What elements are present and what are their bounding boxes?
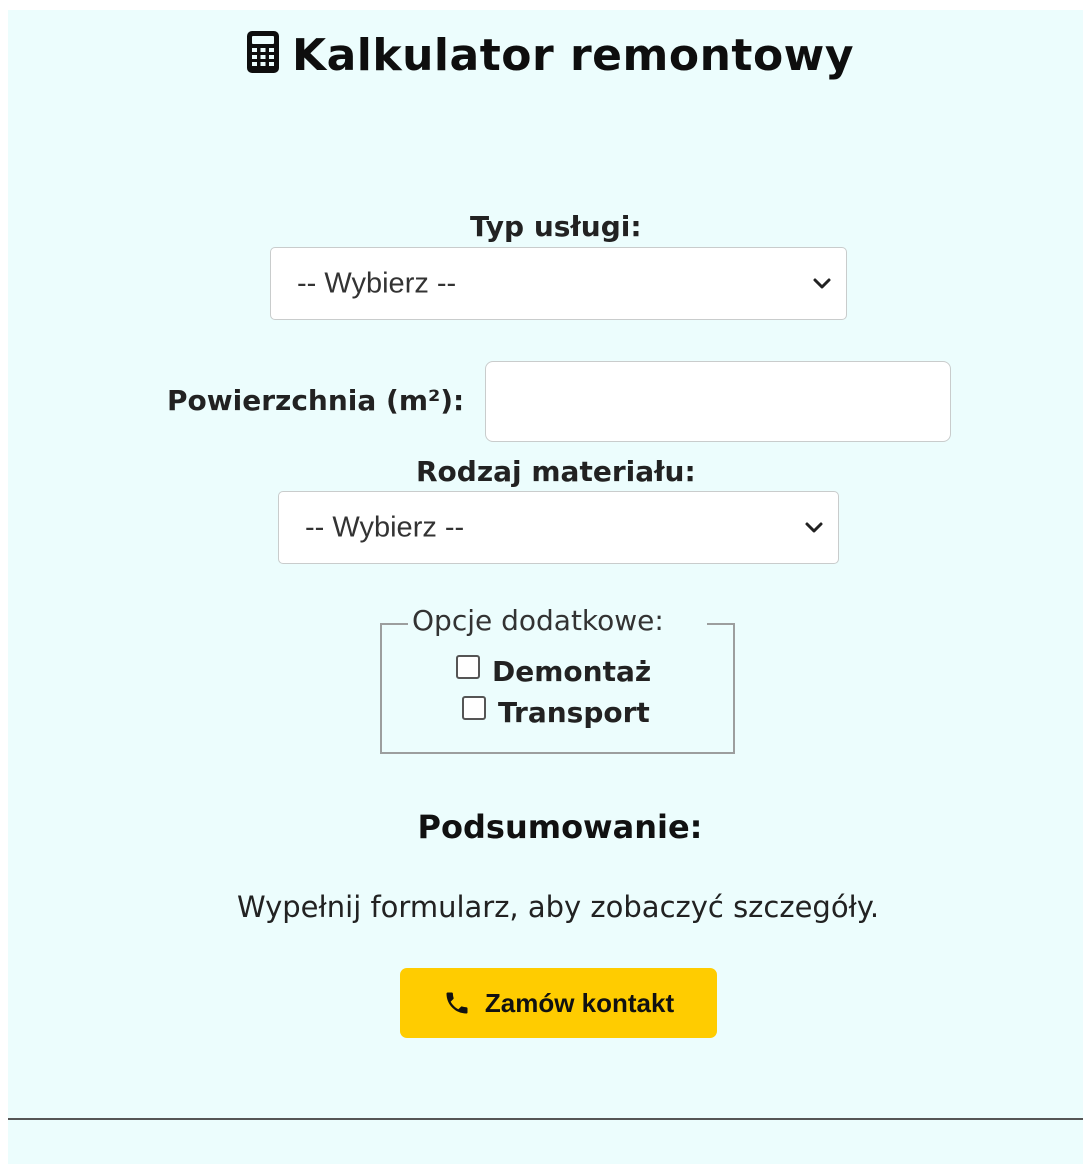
checkbox-transport-label: Transport <box>498 696 650 729</box>
page-title: Kalkulator remontowy <box>0 30 1083 81</box>
service-type-selected: -- Wybierz -- <box>297 267 457 299</box>
extras-fieldset <box>380 623 735 754</box>
fieldset-border <box>380 623 408 625</box>
phone-icon <box>446 992 468 1014</box>
divider <box>8 1118 1083 1120</box>
fieldset-border <box>707 623 735 625</box>
checkbox-transport-row[interactable]: Transport <box>462 696 650 729</box>
area-input[interactable] <box>485 361 951 442</box>
page-title-text: Kalkulator remontowy <box>291 30 855 81</box>
service-type-label: Typ usługi: <box>470 210 642 243</box>
material-label: Rodzaj materiału: <box>416 455 696 488</box>
checkbox-demontaz-row[interactable]: Demontaż <box>456 655 651 688</box>
checkbox-demontaz-label: Demontaż <box>492 655 652 688</box>
material-selected: -- Wybierz -- <box>305 511 465 543</box>
order-contact-button[interactable]: Zamów kontakt <box>400 968 717 1038</box>
chevron-down-icon <box>813 278 831 288</box>
order-contact-label: Zamów kontakt <box>484 988 675 1018</box>
extras-legend: Opcje dodatkowe: <box>412 604 664 637</box>
chevron-down-icon <box>805 522 823 532</box>
material-select[interactable]: -- Wybierz -- <box>278 491 839 564</box>
checkbox-transport[interactable] <box>462 696 486 720</box>
summary-title: Podsumowanie: <box>417 808 703 846</box>
checkbox-demontaz[interactable] <box>456 655 480 679</box>
area-label: Powierzchnia (m²): <box>167 384 465 417</box>
summary-text: Wypełnij formularz, aby zobaczyć szczegó… <box>236 890 880 924</box>
calculator-icon <box>246 31 279 73</box>
service-type-select[interactable]: -- Wybierz -- <box>270 247 847 320</box>
